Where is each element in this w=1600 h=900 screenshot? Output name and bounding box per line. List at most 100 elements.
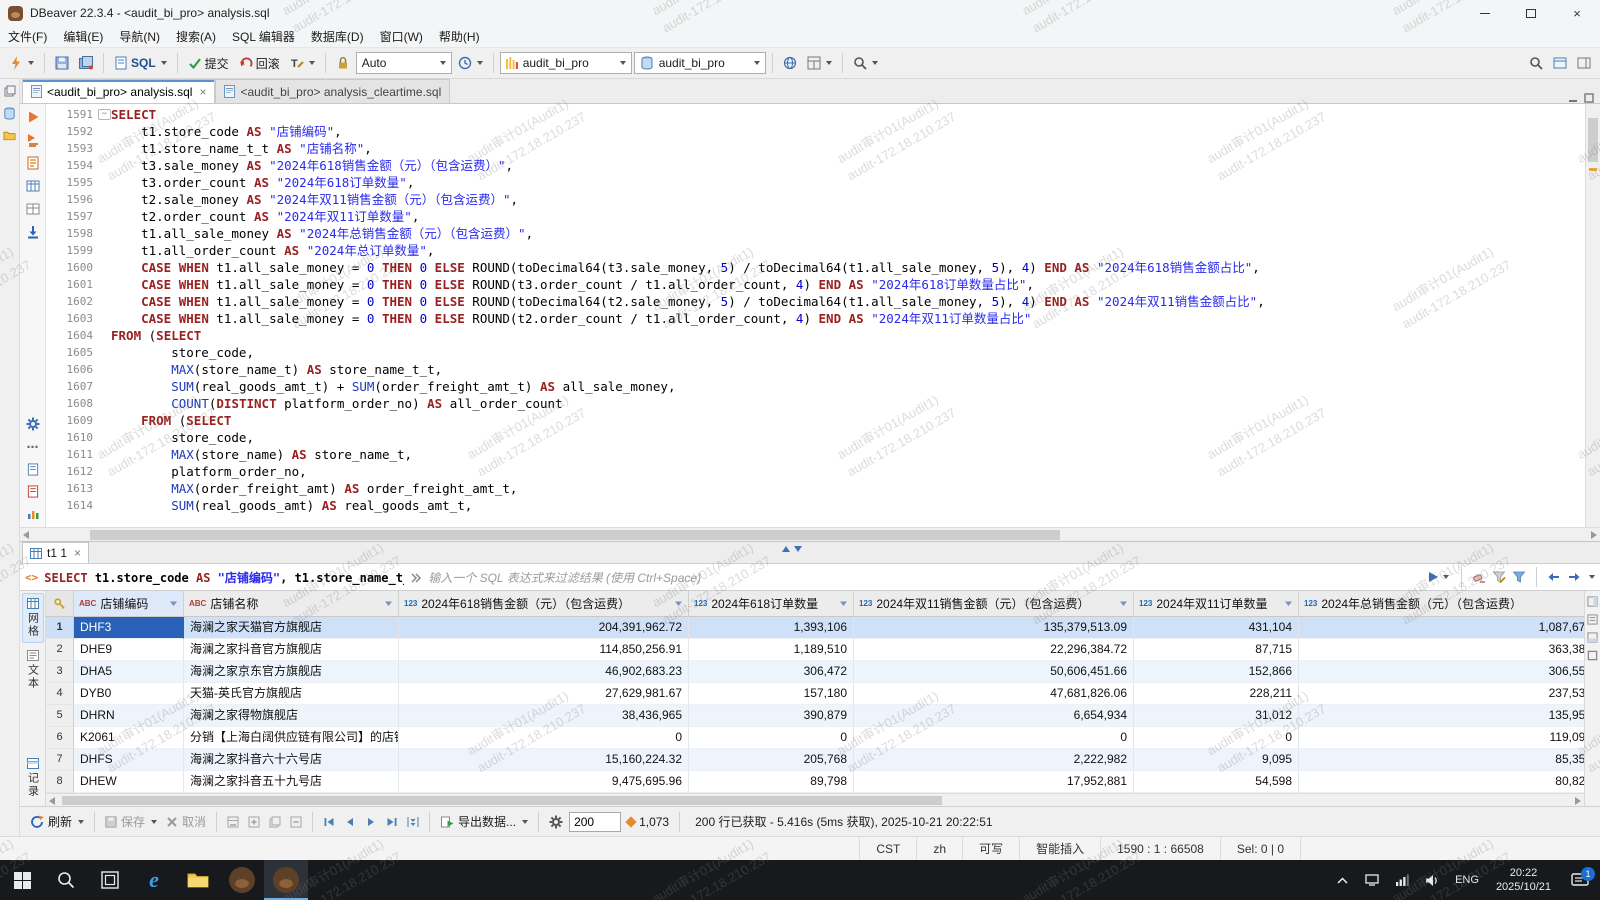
cell[interactable]: DHE9	[74, 639, 184, 661]
column-header-6[interactable]: 123 2024年总销售金额（元）（包含运费）	[1299, 591, 1584, 616]
display-tray-button[interactable]	[1357, 860, 1387, 900]
column-header-2[interactable]: 123 2024年618销售金额（元）（包含运费）	[399, 591, 689, 616]
maximize-results-button[interactable]	[1587, 650, 1598, 661]
cell[interactable]: 15,160,224.32	[399, 749, 689, 771]
cell[interactable]: 204,391,962.72	[399, 617, 689, 639]
scrollbar-thumb[interactable]	[62, 796, 942, 805]
taskbar-search-button[interactable]	[44, 860, 88, 900]
first-page-button[interactable]	[320, 814, 338, 830]
row-number[interactable]: 5	[46, 705, 74, 727]
cell[interactable]: 119,093	[1299, 727, 1584, 749]
delete-row-button[interactable]	[287, 814, 305, 830]
cell[interactable]: 31,012	[1134, 705, 1299, 727]
menu-item-0[interactable]: 文件(F)	[0, 26, 55, 47]
action-center-button[interactable]: 1	[1560, 860, 1600, 900]
new-sql-editor-button[interactable]	[5, 51, 38, 75]
network-button[interactable]	[779, 51, 801, 75]
sash-down-icon[interactable]	[794, 546, 802, 552]
commit-mode-combo[interactable]: Auto	[355, 52, 452, 74]
fold-collapse-icon[interactable]: −	[98, 109, 111, 120]
column-dropdown-icon[interactable]	[839, 599, 848, 608]
cell[interactable]: 306,553	[1299, 661, 1584, 683]
close-button[interactable]: ×	[1554, 0, 1600, 26]
network-tray-button[interactable]	[1387, 860, 1417, 900]
tray-expand-button[interactable]	[1327, 860, 1357, 900]
save-button[interactable]	[51, 51, 73, 75]
menu-item-5[interactable]: 数据库(D)	[303, 26, 372, 47]
filter-history-back-button[interactable]	[1547, 570, 1561, 584]
apply-filter-button[interactable]	[1427, 571, 1439, 583]
column-header-5[interactable]: 123 2024年双11订单数量	[1134, 591, 1299, 616]
project-explorer-button[interactable]	[3, 130, 16, 141]
sql-editor-menu-button[interactable]: SQL	[110, 51, 171, 75]
previous-page-button[interactable]	[341, 814, 359, 830]
statistics-button[interactable]	[26, 202, 40, 216]
execute-script-button[interactable]	[26, 133, 40, 147]
row-number[interactable]: 3	[46, 661, 74, 683]
scrollbar-thumb[interactable]	[1588, 118, 1598, 162]
restore-panel-button[interactable]	[4, 85, 16, 97]
cell[interactable]: 6,654,934	[854, 705, 1134, 727]
editor-horizontal-scrollbar[interactable]	[20, 527, 1600, 541]
metadata-panel-button[interactable]	[1587, 632, 1598, 643]
maximize-editor-button[interactable]	[1584, 93, 1594, 103]
filter-sql[interactable]: SELECT t1.store_code AS "店铺编码", t1.store…	[44, 569, 404, 586]
editor-settings-button[interactable]	[26, 417, 40, 431]
editor-vertical-scrollbar[interactable]	[1585, 104, 1600, 527]
execute-statement-button[interactable]	[26, 110, 40, 124]
database-navigator-button[interactable]	[3, 107, 16, 120]
cell[interactable]: 54,598	[1134, 771, 1299, 793]
cell[interactable]: 135,379,513.09	[854, 617, 1134, 639]
more-actions-button[interactable]: ⋯	[27, 440, 39, 454]
duplicate-row-button[interactable]	[266, 814, 284, 830]
record-mode-toggle[interactable]: 记录	[23, 754, 43, 802]
cell[interactable]: 46,902,683.23	[399, 661, 689, 683]
scrollbar-thumb[interactable]	[90, 530, 1060, 540]
scroll-left-icon[interactable]	[49, 797, 55, 805]
output-log-button[interactable]	[27, 463, 39, 476]
cell[interactable]: 海澜之家抖音六十六号店	[184, 749, 399, 771]
cell[interactable]: DHRN	[74, 705, 184, 727]
cell[interactable]: 1,087,676	[1299, 617, 1584, 639]
column-header-3[interactable]: 123 2024年618订单数量	[689, 591, 854, 616]
connection-combo[interactable]: audit_bi_pro	[499, 52, 632, 74]
cell[interactable]: 22,296,384.72	[854, 639, 1134, 661]
transaction-monitor-button[interactable]	[454, 51, 487, 75]
cell[interactable]: 0	[689, 727, 854, 749]
column-dropdown-icon[interactable]	[1119, 599, 1128, 608]
cell[interactable]: 9,475,695.96	[399, 771, 689, 793]
sash-collapse-controls[interactable]	[782, 546, 802, 552]
maximize-button[interactable]	[1508, 0, 1554, 26]
minimize-editor-button[interactable]	[1568, 93, 1578, 103]
cell[interactable]: 0	[1134, 727, 1299, 749]
cell[interactable]: 天猫-英氏官方旗舰店	[184, 683, 399, 705]
cell[interactable]: 363,383	[1299, 639, 1584, 661]
row-number[interactable]: 6	[46, 727, 74, 749]
column-dropdown-icon[interactable]	[384, 599, 393, 608]
cell[interactable]: 157,180	[689, 683, 854, 705]
cell[interactable]: 海澜之家京东官方旗舰店	[184, 661, 399, 683]
sql-editor[interactable]: 1591− SELECT 1592 t1.store_code AS "店铺编码",…	[46, 104, 1585, 527]
result-settings-button[interactable]	[546, 813, 566, 831]
cell[interactable]: 9,095	[1134, 749, 1299, 771]
fetch-size-input[interactable]	[569, 811, 622, 832]
cell[interactable]: 分销【上海白阔供应链有限公司】的店铺	[184, 727, 399, 749]
cell[interactable]: 17,952,881	[854, 771, 1134, 793]
cell[interactable]: 50,606,451.66	[854, 661, 1134, 683]
export-resultset-button[interactable]	[26, 225, 40, 239]
menu-item-6[interactable]: 窗口(W)	[372, 26, 431, 47]
rollback-button[interactable]: 回滚	[235, 51, 284, 75]
scroll-left-icon[interactable]	[23, 531, 29, 539]
cell[interactable]: 237,535	[1299, 683, 1584, 705]
cell[interactable]: DHFS	[74, 749, 184, 771]
cell[interactable]: 2,222,982	[854, 749, 1134, 771]
cell[interactable]: 89,798	[689, 771, 854, 793]
open-chart-button[interactable]	[26, 507, 40, 521]
column-header-1[interactable]: ABC 店铺名称	[184, 591, 399, 616]
sash-up-icon[interactable]	[782, 546, 790, 552]
fetch-all-button[interactable]	[404, 814, 422, 830]
cell[interactable]: 135,959	[1299, 705, 1584, 727]
result-view-tab-1[interactable]: 文本	[23, 646, 43, 694]
cell[interactable]: 228,211	[1134, 683, 1299, 705]
minimize-panels-button[interactable]	[1573, 51, 1595, 75]
